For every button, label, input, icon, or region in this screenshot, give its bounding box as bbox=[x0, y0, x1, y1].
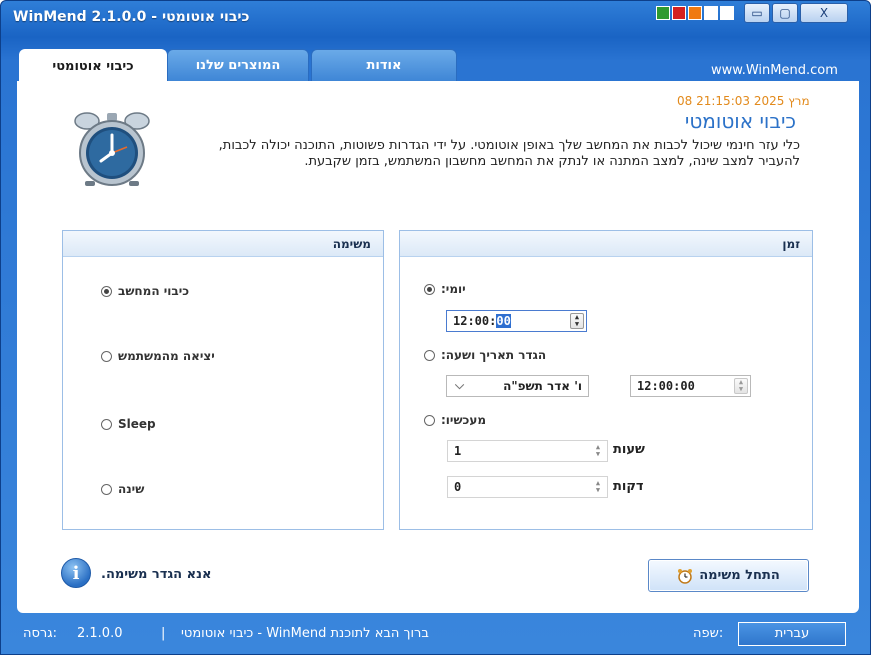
minutes-spinner[interactable]: ▲ ▼ bbox=[591, 477, 605, 497]
specific-time-spinner[interactable]: ▲ ▼ bbox=[734, 378, 748, 394]
page-description: כלי עזר חינמי שיכול לכבות את המחשב שלך ב… bbox=[218, 138, 800, 169]
alarm-clock-icon bbox=[678, 568, 693, 584]
skin-swatch-white[interactable] bbox=[704, 6, 718, 20]
specific-time-value: 12:00:00 bbox=[637, 379, 695, 393]
radio-hibernate-indicator[interactable] bbox=[101, 483, 112, 495]
skin-swatch-green[interactable] bbox=[656, 6, 670, 20]
welcome-message: ברוך הבא לתוכנת WinMend - כיבוי אוטומטי bbox=[181, 626, 429, 641]
start-task-label: התחל משימה bbox=[699, 568, 780, 583]
status-separator: | bbox=[161, 626, 166, 641]
radio-set-date-time-indicator[interactable] bbox=[424, 349, 435, 361]
daily-time-spinner[interactable]: ▲ ▼ bbox=[570, 313, 584, 329]
minutes-input[interactable]: 0 ▲ ▼ bbox=[447, 476, 608, 498]
hours-input[interactable]: 1 ▲ ▼ bbox=[447, 440, 608, 462]
radio-from-now-label: מעכשיו: bbox=[441, 413, 487, 427]
language-label: שפה: bbox=[693, 626, 724, 641]
radio-daily[interactable]: יומי: bbox=[424, 282, 466, 296]
date-picker[interactable]: ו' אדר תשפ"ה ⌵ bbox=[446, 375, 589, 397]
radio-from-now[interactable]: מעכשיו: bbox=[424, 413, 486, 427]
radio-logoff-indicator[interactable] bbox=[101, 350, 112, 362]
version-value: 2.1.0.0 bbox=[77, 626, 123, 641]
current-datetime: מרץ 2025 21:15:03 08 bbox=[677, 94, 810, 108]
radio-sleep-indicator[interactable] bbox=[101, 418, 112, 430]
start-task-button[interactable]: התחל משימה bbox=[648, 559, 809, 592]
close-button[interactable]: X bbox=[800, 3, 848, 23]
close-icon: X bbox=[819, 6, 829, 20]
task-group-title: משימה bbox=[63, 231, 383, 257]
daily-time-input[interactable]: 12:00: 00 ▲ ▼ bbox=[446, 310, 587, 332]
radio-logoff-label: יציאה מהמשתמש bbox=[118, 349, 215, 363]
hours-value: 1 bbox=[454, 444, 462, 458]
maximize-button[interactable]: ▢ bbox=[772, 3, 798, 23]
tab-our-products[interactable]: המוצרים שלנו bbox=[167, 49, 309, 81]
window-controls: ▭ ▢ X bbox=[744, 3, 848, 23]
radio-shutdown-indicator[interactable] bbox=[101, 285, 112, 297]
status-bar: גרסה: 2.1.0.0 | ברוך הבא לתוכנת WinMend … bbox=[1, 615, 870, 655]
skin-swatch-red[interactable] bbox=[672, 6, 686, 20]
skin-swatch-white-2[interactable] bbox=[720, 6, 734, 20]
radio-hibernate[interactable]: שינה bbox=[101, 482, 144, 496]
radio-hibernate-label: שינה bbox=[118, 482, 145, 496]
daily-time-prefix: 12:00: bbox=[453, 314, 497, 328]
hours-spinner[interactable]: ▲ ▼ bbox=[591, 441, 605, 461]
page-title: כיבוי אוטומטי bbox=[684, 109, 796, 133]
version-label: גרסה: bbox=[23, 626, 58, 641]
window-title: כיבוי אוטומטי - WinMend 2.1.0.0 bbox=[13, 9, 250, 25]
info-icon: i bbox=[61, 558, 91, 588]
skin-color-picker bbox=[656, 6, 734, 20]
maximize-icon: ▢ bbox=[779, 6, 791, 20]
minimize-icon: ▭ bbox=[751, 6, 763, 20]
radio-shutdown-label: כיבוי המחשב bbox=[118, 284, 190, 298]
website-link[interactable]: www.WinMend.com bbox=[711, 63, 838, 78]
language-value: עברית bbox=[774, 626, 810, 641]
spin-down-icon: ▼ bbox=[738, 385, 744, 393]
tab-label: המוצרים שלנו bbox=[195, 58, 281, 73]
minimize-button[interactable]: ▭ bbox=[744, 3, 770, 23]
skin-swatch-orange[interactable] bbox=[688, 6, 702, 20]
spin-down-icon: ▼ bbox=[574, 320, 580, 328]
radio-daily-indicator[interactable] bbox=[424, 283, 435, 295]
tab-auto-shutdown[interactable]: כיבוי אוטומטי bbox=[19, 49, 167, 83]
title-bar[interactable]: כיבוי אוטומטי - WinMend 2.1.0.0 ▭ ▢ X bbox=[1, 1, 870, 37]
daily-time-selected-segment: 00 bbox=[496, 314, 511, 328]
alarm-clock-icon bbox=[74, 112, 150, 186]
radio-from-now-indicator[interactable] bbox=[424, 414, 435, 426]
radio-set-date-time[interactable]: הגדר תאריך ושעה: bbox=[424, 348, 546, 362]
spin-down-icon: ▼ bbox=[595, 486, 601, 494]
hours-unit-label: שעות bbox=[613, 442, 645, 457]
time-group-title: זמן bbox=[400, 231, 812, 257]
minutes-value: 0 bbox=[454, 480, 462, 494]
spin-down-icon: ▼ bbox=[595, 450, 601, 458]
minutes-unit-label: דקות bbox=[613, 479, 644, 494]
radio-shutdown[interactable]: כיבוי המחשב bbox=[101, 284, 189, 298]
radio-sleep[interactable]: Sleep bbox=[101, 417, 156, 431]
date-value: ו' אדר תשפ"ה bbox=[503, 379, 582, 393]
radio-daily-label: יומי: bbox=[441, 282, 466, 296]
radio-logoff[interactable]: יציאה מהמשתמש bbox=[101, 349, 215, 363]
radio-set-date-time-label: הגדר תאריך ושעה: bbox=[441, 348, 547, 362]
radio-sleep-label: Sleep bbox=[118, 417, 156, 431]
tab-label: כיבוי אוטומטי bbox=[52, 59, 134, 74]
tab-about[interactable]: אודות bbox=[311, 49, 457, 81]
tab-label: אודות bbox=[366, 58, 402, 73]
specific-time-input[interactable]: 12:00:00 ▲ ▼ bbox=[630, 375, 751, 397]
info-message: אנא הגדר משימה. bbox=[101, 567, 212, 582]
language-selector[interactable]: עברית bbox=[738, 622, 846, 646]
chevron-down-icon[interactable]: ⌵ bbox=[455, 378, 464, 393]
app-window: כיבוי אוטומטי - WinMend 2.1.0.0 ▭ ▢ X כי… bbox=[0, 0, 871, 655]
